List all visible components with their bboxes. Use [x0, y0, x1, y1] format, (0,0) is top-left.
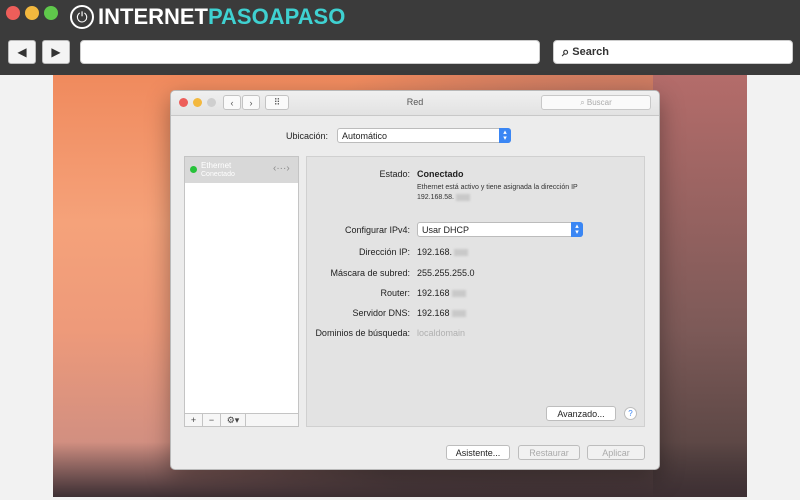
search-icon: ⌕: [580, 97, 587, 107]
service-list-toolbar: + − ⚙▾: [184, 413, 299, 427]
updown-arrow-icon: ▴ ▾: [499, 128, 511, 143]
redacted-block: [455, 193, 470, 201]
ipv4-select[interactable]: Usar DHCP ▴ ▾: [417, 222, 583, 237]
router-text: 192.168: [417, 288, 450, 298]
browser-chrome: ⏻ INTERNET PASOAPASO ◀ ▶ ⌕ Search: [0, 0, 800, 75]
logo-text-internet: INTERNET: [98, 4, 208, 29]
assistant-button[interactable]: Asistente...: [446, 445, 510, 460]
back-button[interactable]: ◀: [8, 40, 36, 64]
close-window-button[interactable]: [6, 6, 20, 20]
dns-value: 192.168: [417, 308, 466, 318]
redacted-block: [454, 249, 469, 257]
address-bar[interactable]: [80, 40, 540, 64]
domains-value: localdomain: [417, 328, 466, 338]
mask-label: Máscara de subred:: [330, 268, 410, 278]
help-button[interactable]: ?: [624, 407, 637, 420]
browser-search-label: Search: [572, 46, 609, 58]
ipv4-label: Configurar IPv4:: [344, 225, 410, 235]
location-label: Ubicación:: [286, 131, 329, 141]
forward-arrow-icon: ▶: [51, 45, 61, 59]
wallpaper-mountain: [653, 75, 747, 497]
status-dot-icon: [190, 166, 197, 173]
browser-traffic-lights: [6, 6, 58, 20]
redacted-block: [451, 290, 466, 298]
browser-search-field[interactable]: ⌕ Search: [553, 40, 793, 64]
estado-desc-line1: Ethernet está activo y tiene asignada la…: [417, 184, 578, 191]
back-arrow-icon: ◀: [17, 45, 27, 59]
prefs-search-field[interactable]: ⌕ Buscar: [541, 95, 651, 110]
ip-text: 192.168.: [417, 247, 453, 257]
router-label: Router:: [380, 288, 410, 298]
updown-arrow-icon: ▴ ▾: [571, 222, 583, 237]
zoom-window-button[interactable]: [44, 6, 58, 20]
estado-label: Estado:: [379, 169, 410, 179]
remove-service-button[interactable]: −: [203, 414, 221, 426]
logo-text-pasoapaso: PASOAPASO: [208, 4, 346, 29]
dns-text: 192.168: [417, 308, 450, 318]
restore-button[interactable]: Restaurar: [518, 445, 580, 460]
ipv4-value: Usar DHCP: [422, 224, 470, 235]
service-name: Ethernet: [201, 161, 232, 170]
ip-label: Dirección IP:: [358, 247, 410, 257]
domains-label: Dominios de búsqueda:: [315, 328, 410, 338]
service-details-panel: Estado: Conectado Ethernet está activo y…: [306, 156, 645, 427]
service-status: Conectado: [201, 171, 235, 178]
window-titlebar[interactable]: ‹ › ⠿ Red ⌕ Buscar: [171, 91, 659, 116]
estado-value: Conectado: [417, 169, 464, 179]
search-icon: ⌕: [562, 44, 570, 59]
add-service-button[interactable]: +: [185, 414, 203, 426]
gear-icon[interactable]: ⚙▾: [221, 414, 246, 426]
advanced-button[interactable]: Avanzado...: [546, 406, 616, 421]
redacted-block: [451, 310, 466, 318]
prefs-search-placeholder: Buscar: [586, 98, 612, 107]
location-value: Automático: [342, 130, 388, 141]
location-select[interactable]: Automático ▴ ▾: [337, 128, 511, 143]
forward-button[interactable]: ▶: [42, 40, 70, 64]
mask-value: 255.255.255.0: [417, 268, 475, 278]
estado-desc-line2: 192.168.58.: [417, 194, 454, 201]
router-value: 192.168: [417, 288, 466, 298]
dns-label: Servidor DNS:: [352, 308, 410, 318]
site-logo: ⏻ INTERNET PASOAPASO: [70, 4, 345, 30]
network-preferences-window: ‹ › ⠿ Red ⌕ Buscar Ubicación: Automático…: [170, 90, 660, 470]
apply-button[interactable]: Aplicar: [587, 445, 645, 460]
ip-value: 192.168.: [417, 247, 469, 257]
estado-description: Ethernet está activo y tiene asignada la…: [417, 183, 578, 203]
minimize-window-button[interactable]: [25, 6, 39, 20]
power-icon: ⏻: [70, 5, 94, 29]
